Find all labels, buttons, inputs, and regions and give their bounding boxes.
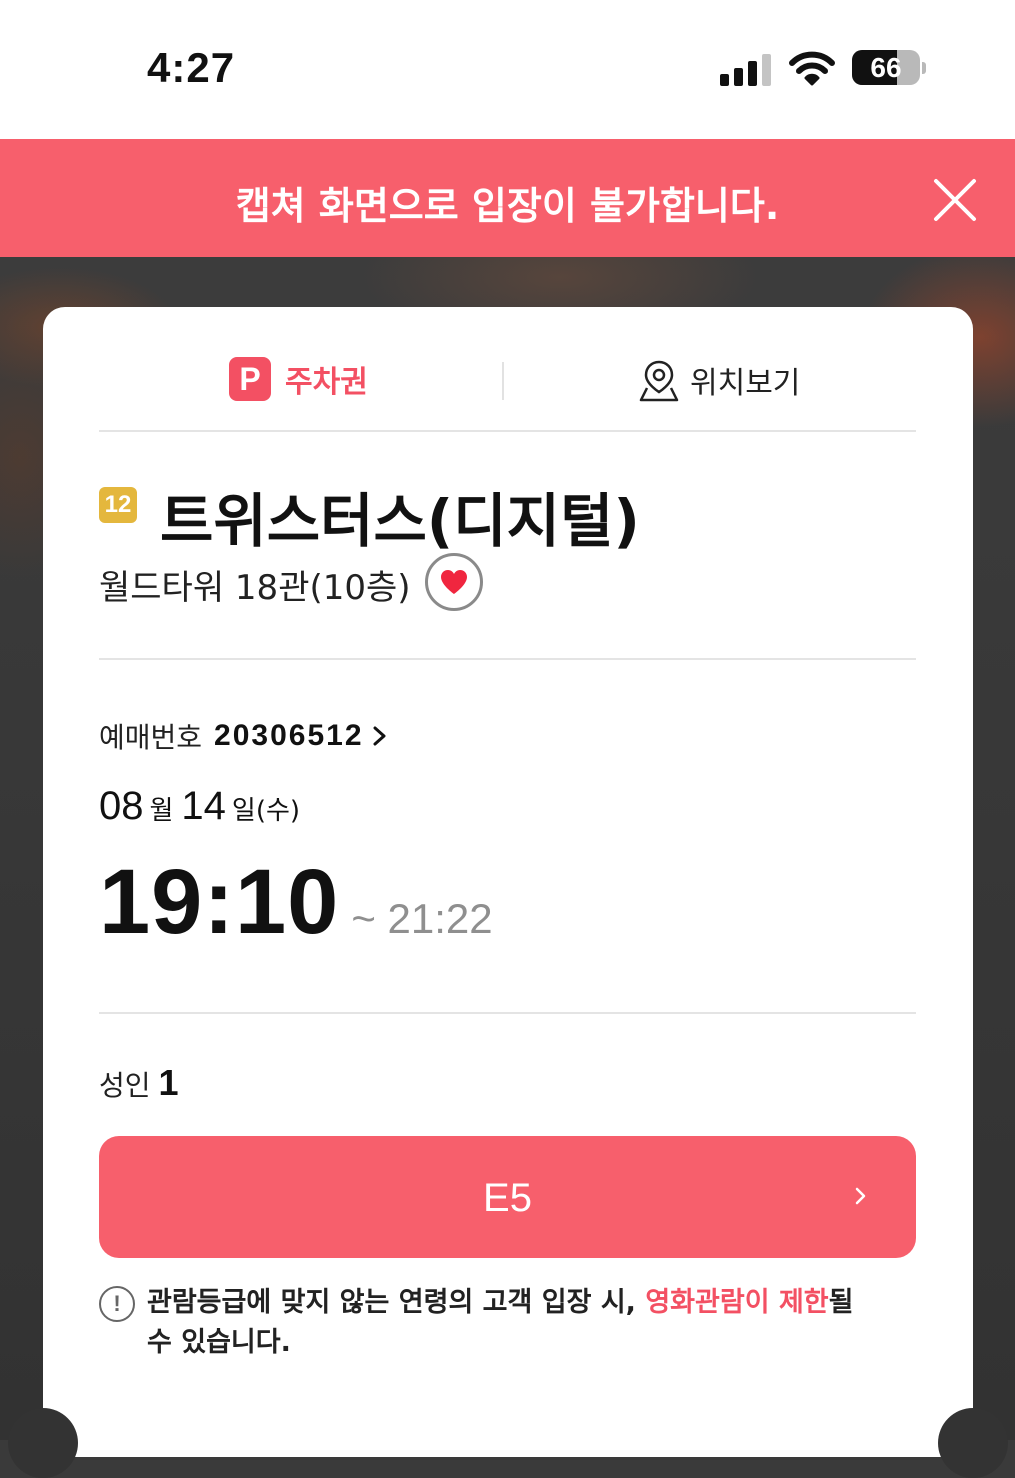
show-date: 08 월 14 일(수) [99,784,308,829]
status-time: 4:27 [147,44,236,91]
heart-icon [441,570,467,594]
tab-location-label: 위치보기 [690,366,801,401]
favorite-button[interactable] [425,553,483,611]
theater-name: 월드타워 18관(10층) [99,568,411,608]
audience-label: 성인 [99,1069,151,1102]
divider [99,430,916,432]
age-rating-badge: 12 [99,487,137,523]
tab-parking-label: 주차권 [285,365,368,400]
status-bar: 4:27 66 [0,0,1015,139]
booking-label: 예매번호 [99,721,203,754]
date-month-unit: 월 [149,796,174,826]
info-icon: ! [99,1286,135,1322]
wifi-icon [789,51,835,86]
tab-location[interactable]: 위치보기 [638,358,800,402]
notice-text: 관람등급에 맞지 않는 연령의 고객 입장 시, [147,1287,646,1318]
battery-percent: 66 [870,52,902,83]
show-time: 19:10 ~ 21:22 [99,850,493,955]
start-time: 19:10 [99,851,340,953]
divider [99,1012,916,1014]
date-day-unit: 일(수) [231,796,301,826]
notice-highlight: 영화관람이 제한 [645,1287,829,1318]
cellular-signal-icon [720,52,772,86]
ticket-notch-right [938,1408,1008,1478]
end-time: ~ 21:22 [351,895,493,942]
date-day: 14 [181,784,226,828]
battery-cap [922,62,926,74]
age-restriction-notice: 관람등급에 맞지 않는 연령의 고객 입장 시, 영화관람이 제한될 수 있습니… [147,1283,887,1363]
chevron-right-icon [855,1187,866,1205]
capture-warning-banner: 캡쳐 화면으로 입장이 불가합니다. [0,139,1015,257]
chevron-right-icon [373,726,386,746]
audience-number: 1 [158,1062,179,1103]
map-pin-icon [639,360,679,402]
tab-parking-ticket[interactable]: P 주차권 [229,357,368,401]
ticket-notch-left [8,1408,78,1478]
movie-title: 트위스터스(디지털) [160,487,640,555]
booking-number-link[interactable]: 예매번호 20306512 [99,716,388,756]
banner-message: 캡쳐 화면으로 입장이 불가합니다. [235,184,780,228]
seat-button[interactable]: E5 [99,1136,916,1258]
seat-label: E5 [483,1176,532,1220]
date-month: 08 [99,784,144,828]
divider [99,658,916,660]
booking-number: 20306512 [214,719,364,752]
tab-divider [502,362,504,400]
audience-count: 성인 1 [99,1062,179,1104]
close-icon[interactable] [932,177,978,223]
battery-icon: 66 [852,50,920,85]
parking-icon: P [229,357,271,401]
